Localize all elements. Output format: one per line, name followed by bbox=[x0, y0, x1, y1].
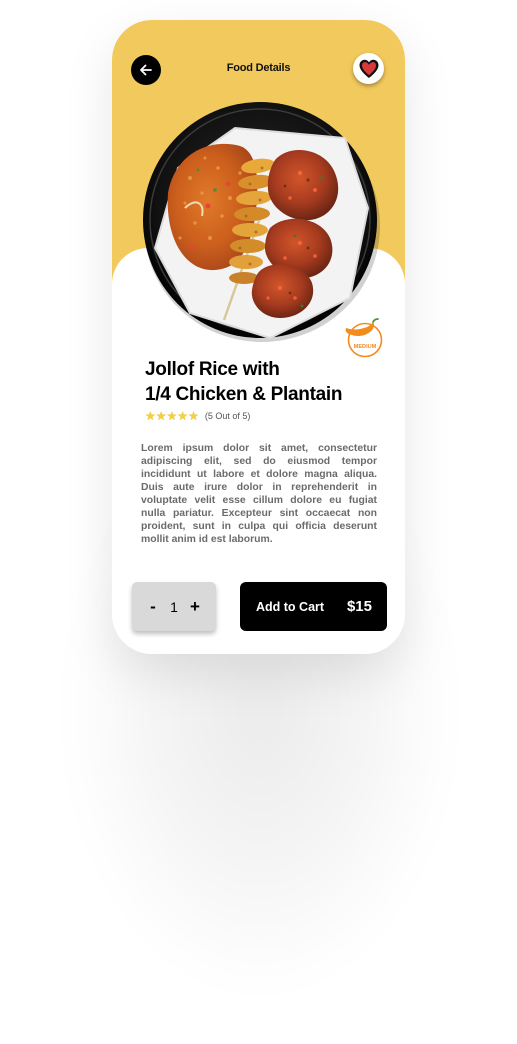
dish-name-line1: Jollof Rice with bbox=[145, 359, 280, 380]
quantity-value: 1 bbox=[170, 598, 178, 615]
star-icon: ★ bbox=[177, 409, 189, 423]
quantity-stepper: - 1 + bbox=[132, 582, 216, 631]
increment-button[interactable]: + bbox=[188, 597, 202, 617]
screen: Food Details MEDIUM Jollof Rice with 1/4… bbox=[0, 0, 517, 1044]
star-icon: ★ bbox=[166, 409, 178, 423]
add-to-cart-button[interactable]: Add to Cart $15 bbox=[240, 582, 387, 631]
decrement-button[interactable]: - bbox=[146, 597, 160, 617]
chili-pepper-icon: MEDIUM bbox=[345, 318, 383, 358]
star-icon: ★ bbox=[188, 409, 199, 423]
star-icon: ★ bbox=[145, 409, 156, 423]
star-icon: ★ bbox=[155, 409, 167, 423]
add-to-cart-label: Add to Cart bbox=[256, 599, 325, 614]
spice-level-text: MEDIUM bbox=[354, 344, 377, 350]
dish-name-line2: 1/4 Chicken & Plantain bbox=[145, 384, 343, 405]
price: $15 bbox=[346, 598, 372, 615]
rating-text: (5 Out of 5) bbox=[204, 411, 251, 421]
rating-stars: ★ ★ ★ ★ ★ bbox=[145, 410, 199, 422]
dish-description: Lorem ipsum dolor sit amet, consectetur … bbox=[141, 443, 377, 545]
heart-icon bbox=[359, 59, 378, 78]
rating: ★ ★ ★ ★ ★ (5 Out of 5) bbox=[145, 409, 250, 423]
dish-image bbox=[143, 102, 380, 342]
favorite-button[interactable] bbox=[353, 53, 384, 84]
phone-frame: Food Details MEDIUM Jollof Rice with 1/4… bbox=[112, 20, 405, 654]
dish-name: Jollof Rice with 1/4 Chicken & Plantain bbox=[145, 357, 385, 407]
